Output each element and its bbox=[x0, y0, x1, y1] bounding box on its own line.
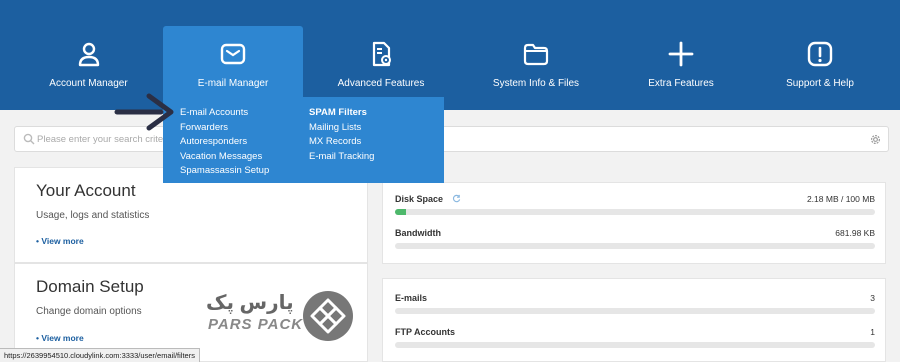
bandwidth-bar bbox=[395, 243, 875, 249]
user-icon bbox=[78, 42, 99, 67]
stat-label: Bandwidth bbox=[395, 228, 441, 238]
stat-label: Disk Space bbox=[395, 194, 461, 204]
stat-label: E-mails bbox=[395, 293, 428, 303]
folder-icon bbox=[523, 43, 549, 66]
nav-support-help[interactable]: Support & Help bbox=[770, 0, 870, 110]
settings-document-icon bbox=[372, 41, 391, 67]
menu-item-email-tracking[interactable]: E-mail Tracking bbox=[309, 150, 374, 165]
dropdown-column-2: SPAM Filters Mailing Lists MX Records E-… bbox=[309, 106, 374, 164]
nav-advanced-features[interactable]: Advanced Features bbox=[318, 0, 444, 110]
parspack-logo-icon bbox=[303, 291, 353, 341]
nav-label: Account Manager bbox=[49, 78, 128, 89]
logo-text-latin: PARS PACK bbox=[208, 316, 304, 333]
envelope-icon bbox=[220, 43, 246, 65]
counts-panel: E-mails 3 FTP Accounts 1 bbox=[382, 278, 886, 362]
gear-icon[interactable] bbox=[869, 133, 882, 146]
usage-panel: Disk Space 2.18 MB / 100 MB Bandwidth 68… bbox=[382, 182, 886, 264]
stat-value: 1 bbox=[870, 327, 875, 337]
nav-label: System Info & Files bbox=[492, 78, 580, 89]
email-manager-dropdown: E-mail Accounts Forwarders Autoresponder… bbox=[163, 97, 444, 183]
nav-label: Advanced Features bbox=[337, 78, 425, 89]
ftp-accounts-stat: FTP Accounts 1 bbox=[395, 327, 875, 349]
plus-icon bbox=[668, 41, 694, 67]
logo-text-persian: پارس پک bbox=[206, 292, 294, 314]
stat-label: FTP Accounts bbox=[395, 327, 456, 337]
view-more-link[interactable]: • View more bbox=[36, 333, 84, 343]
ftp-accounts-bar bbox=[395, 342, 875, 348]
panel-title: Domain Setup bbox=[36, 277, 144, 296]
status-bar-url: https://2639954510.cloudylink.com:3333/u… bbox=[0, 348, 200, 362]
alert-icon bbox=[807, 41, 833, 67]
disk-space-stat: Disk Space 2.18 MB / 100 MB bbox=[395, 194, 875, 216]
search-icon bbox=[23, 133, 35, 145]
menu-item-mx-records[interactable]: MX Records bbox=[309, 135, 374, 150]
refresh-icon[interactable] bbox=[452, 194, 461, 203]
panel-subtitle: Usage, logs and statistics bbox=[36, 210, 150, 221]
panel-subtitle: Change domain options bbox=[36, 306, 142, 317]
view-more-link[interactable]: • View more bbox=[36, 236, 84, 246]
nav-label: Support & Help bbox=[786, 78, 854, 89]
menu-item-spam-filters[interactable]: SPAM Filters bbox=[309, 106, 374, 121]
stat-value: 681.98 KB bbox=[835, 228, 875, 238]
nav-extra-features[interactable]: Extra Features bbox=[630, 0, 732, 110]
emails-bar bbox=[395, 308, 875, 314]
dropdown-column-1: E-mail Accounts Forwarders Autoresponder… bbox=[180, 106, 269, 179]
panel-title: Your Account bbox=[36, 181, 136, 200]
nav-label: Extra Features bbox=[648, 78, 714, 89]
stat-value: 2.18 MB / 100 MB bbox=[806, 194, 875, 204]
emails-stat: E-mails 3 bbox=[395, 293, 875, 315]
bandwidth-stat: Bandwidth 681.98 KB bbox=[395, 228, 875, 250]
disk-usage-fill bbox=[395, 209, 406, 215]
menu-item-forwarders[interactable]: Forwarders bbox=[180, 121, 269, 136]
menu-item-vacation-messages[interactable]: Vacation Messages bbox=[180, 150, 269, 165]
stat-value: 3 bbox=[870, 293, 875, 303]
annotation-arrow-icon bbox=[114, 93, 174, 131]
nav-label: E-mail Manager bbox=[197, 78, 269, 89]
disk-usage-bar bbox=[395, 209, 875, 215]
menu-item-mailing-lists[interactable]: Mailing Lists bbox=[309, 121, 374, 136]
menu-item-email-accounts[interactable]: E-mail Accounts bbox=[180, 106, 269, 121]
nav-system-info-files[interactable]: System Info & Files bbox=[472, 0, 600, 110]
menu-item-spamassassin-setup[interactable]: Spamassassin Setup bbox=[180, 164, 269, 179]
menu-item-autoresponders[interactable]: Autoresponders bbox=[180, 135, 269, 150]
